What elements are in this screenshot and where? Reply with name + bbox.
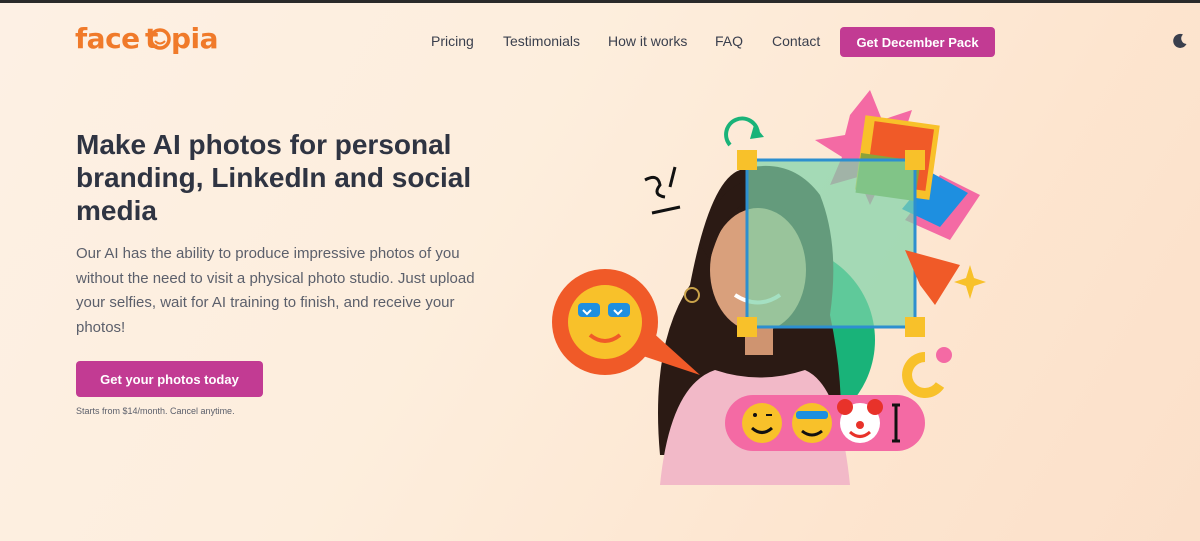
pricing-note: Starts from $14/month. Cancel anytime. — [76, 406, 235, 416]
get-photos-button[interactable]: Get your photos today — [76, 361, 263, 397]
handle-bottom-left — [737, 317, 757, 337]
hero-headline: Make AI photos for personal branding, Li… — [76, 129, 472, 226]
handle-top-right — [905, 150, 925, 170]
nav-item-testimonials[interactable]: Testimonials — [503, 33, 580, 49]
sunglasses-emoji-icon — [792, 403, 832, 443]
handle-bottom-right — [905, 317, 925, 337]
top-border — [0, 0, 1200, 3]
get-december-pack-button[interactable]: Get December Pack — [840, 27, 995, 57]
svg-text:face: face — [75, 22, 140, 55]
hero-illustration — [552, 90, 986, 485]
moon-icon[interactable] — [1172, 33, 1188, 49]
yellow-blob — [902, 352, 945, 398]
nav-item-contact[interactable]: Contact — [772, 33, 820, 49]
svg-text:t: t — [145, 22, 158, 55]
nav-item-faq[interactable]: FAQ — [715, 33, 743, 49]
nav-item-how-it-works[interactable]: How it works — [608, 33, 687, 49]
facetopia-logo: face t pia — [75, 22, 219, 55]
emoji-bar — [725, 395, 925, 451]
wink-emoji-icon — [742, 403, 782, 443]
svg-text:pia: pia — [171, 22, 218, 55]
handle-top-left — [737, 150, 757, 170]
pink-dot — [936, 347, 952, 363]
sparkle-icon — [954, 265, 986, 299]
brand-logo[interactable]: face t pia — [75, 22, 220, 64]
nav-item-pricing[interactable]: Pricing — [431, 33, 474, 49]
hero-description: Our AI has the ability to produce impres… — [76, 245, 475, 336]
selection-box — [745, 158, 917, 329]
scribble-doodle — [644, 166, 681, 215]
